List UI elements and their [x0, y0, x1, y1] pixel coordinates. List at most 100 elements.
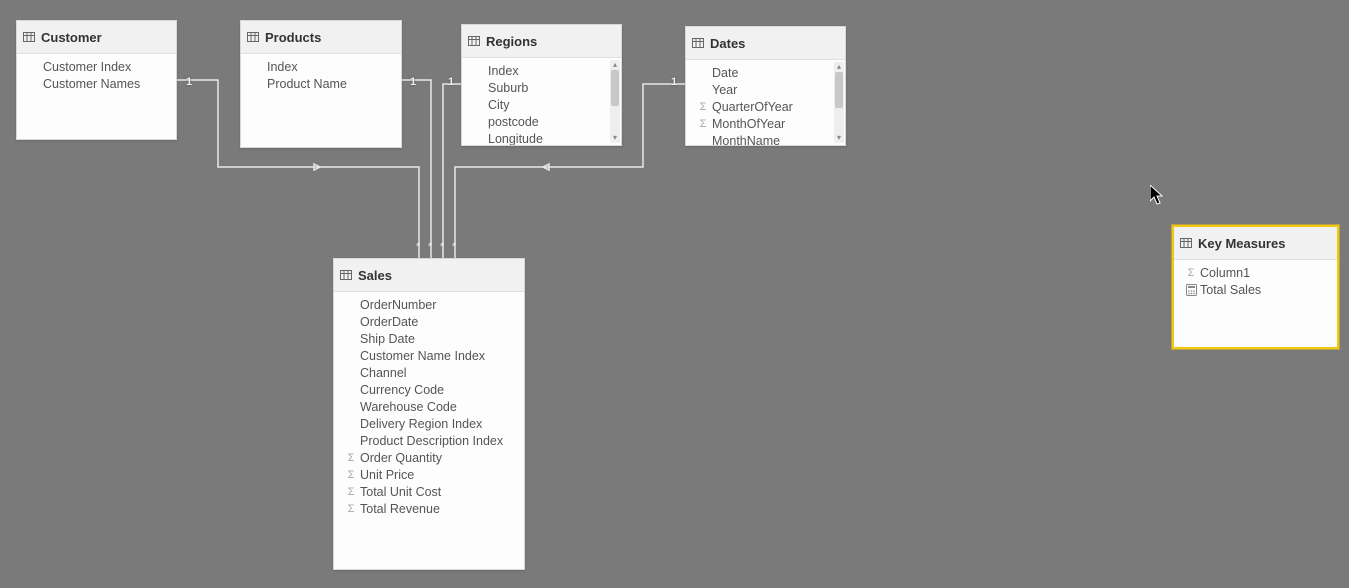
field-row[interactable]: Currency Code — [334, 381, 524, 398]
field-row[interactable]: ΣMonthOfYear — [686, 115, 833, 132]
field-row[interactable]: MonthName — [686, 132, 833, 145]
field-row[interactable]: ΣTotal Revenue — [334, 500, 524, 517]
field-row[interactable]: ΣColumn1 — [1174, 264, 1337, 281]
cardinality-one: 1 — [410, 76, 416, 88]
blank-icon — [344, 400, 358, 414]
table-icon — [23, 31, 35, 43]
field-label: Total Revenue — [360, 502, 514, 516]
field-label: Column1 — [1200, 266, 1327, 280]
field-row[interactable]: Year — [686, 81, 833, 98]
field-label: Total Unit Cost — [360, 485, 514, 499]
field-label: Order Quantity — [360, 451, 514, 465]
field-row[interactable]: ΣUnit Price — [334, 466, 524, 483]
blank-icon — [344, 417, 358, 431]
field-label: Channel — [360, 366, 514, 380]
blank-icon — [27, 77, 41, 91]
field-row[interactable]: Longitude — [462, 130, 609, 145]
table-header[interactable]: Dates — [686, 27, 845, 60]
blank-icon — [344, 298, 358, 312]
blank-icon — [344, 434, 358, 448]
field-row[interactable]: Suburb — [462, 79, 609, 96]
blank-icon — [472, 64, 486, 78]
field-label: Customer Names — [43, 77, 166, 91]
field-row[interactable]: Customer Name Index — [334, 347, 524, 364]
table-header[interactable]: Products — [241, 21, 401, 54]
table-products[interactable]: ProductsIndexProduct Name — [240, 20, 402, 148]
table-customer[interactable]: Customer Customer Index Customer Names — [16, 20, 177, 140]
table-body: IndexProduct Name — [241, 54, 401, 147]
blank-icon — [472, 115, 486, 129]
scrollbar[interactable]: ▴▾ — [834, 62, 844, 143]
field-label: postcode — [488, 115, 599, 129]
field-row[interactable]: Index — [241, 58, 401, 75]
field-row[interactable]: Warehouse Code — [334, 398, 524, 415]
table-title: Key Measures — [1198, 236, 1285, 251]
scroll-up-icon[interactable]: ▴ — [610, 60, 620, 70]
field-row[interactable]: Product Name — [241, 75, 401, 92]
field-row[interactable]: ΣOrder Quantity — [334, 449, 524, 466]
sigma-icon: Σ — [344, 485, 358, 499]
field-label: Date — [712, 66, 823, 80]
table-dates[interactable]: Dates Date YearΣQuarterOfYearΣMonthOfYear M… — [685, 26, 846, 146]
field-row[interactable]: OrderNumber — [334, 296, 524, 313]
field-label: Total Sales — [1200, 283, 1327, 297]
blank-icon — [696, 134, 710, 146]
field-row[interactable]: Customer Names — [17, 75, 176, 92]
table-icon — [692, 37, 704, 49]
field-row[interactable]: Date — [686, 64, 833, 81]
field-row[interactable]: Product Description Index — [334, 432, 524, 449]
field-row[interactable]: Customer Index — [17, 58, 176, 75]
sigma-icon: Σ — [344, 451, 358, 465]
field-label: Year — [712, 83, 823, 97]
field-row[interactable]: Index — [462, 62, 609, 79]
blank-icon — [251, 60, 265, 74]
scroll-thumb[interactable] — [835, 72, 843, 108]
field-row[interactable]: ΣQuarterOfYear — [686, 98, 833, 115]
blank-icon — [696, 83, 710, 97]
blank-icon — [344, 315, 358, 329]
field-label: Ship Date — [360, 332, 514, 346]
table-header[interactable]: Regions — [462, 25, 621, 58]
cardinality-many: * — [428, 242, 432, 252]
table-header[interactable]: Customer — [17, 21, 176, 54]
relationship-lines — [0, 0, 1349, 588]
field-label: City — [488, 98, 599, 112]
field-label: Unit Price — [360, 468, 514, 482]
field-row[interactable]: Total Sales — [1174, 281, 1337, 298]
field-label: Suburb — [488, 81, 599, 95]
table-body: OrderNumber OrderDate Ship DateCustomer Na… — [334, 292, 524, 569]
field-row[interactable]: OrderDate — [334, 313, 524, 330]
field-label: OrderDate — [360, 315, 514, 329]
blank-icon — [472, 81, 486, 95]
field-label: MonthName — [712, 134, 823, 146]
table-sales[interactable]: Sales OrderNumber OrderDate Ship DateCustom… — [333, 258, 525, 570]
table-header[interactable]: Sales — [334, 259, 524, 292]
field-row[interactable]: Ship Date — [334, 330, 524, 347]
scrollbar[interactable]: ▴▾ — [610, 60, 620, 143]
sigma-icon: Σ — [696, 100, 710, 114]
scroll-thumb[interactable] — [611, 70, 619, 106]
table-body: Date YearΣQuarterOfYearΣMonthOfYear MonthN… — [686, 60, 845, 145]
cursor-icon — [1150, 185, 1168, 207]
table-regions[interactable]: RegionsIndexSuburbCitypostcodeLongitude▴… — [461, 24, 622, 146]
model-canvas[interactable]: 1 1 1 1 * * * * CustomerCustomer IndexCu… — [0, 0, 1349, 588]
field-row[interactable]: postcode — [462, 113, 609, 130]
scroll-down-icon[interactable]: ▾ — [834, 133, 844, 143]
field-row[interactable]: Channel — [334, 364, 524, 381]
scroll-up-icon[interactable]: ▴ — [834, 62, 844, 72]
scroll-down-icon[interactable]: ▾ — [610, 133, 620, 143]
table-key-measures[interactable]: Key Measures ΣColumn1 Total Sales — [1172, 225, 1339, 349]
sigma-icon: Σ — [1184, 266, 1198, 280]
field-label: Currency Code — [360, 383, 514, 397]
blank-icon — [696, 66, 710, 80]
cardinality-many: * — [452, 242, 456, 252]
field-label: Warehouse Code — [360, 400, 514, 414]
field-row[interactable]: ΣTotal Unit Cost — [334, 483, 524, 500]
cardinality-many: * — [416, 242, 420, 252]
field-row[interactable]: City — [462, 96, 609, 113]
table-header[interactable]: Key Measures — [1174, 227, 1337, 260]
blank-icon — [344, 383, 358, 397]
blank-icon — [472, 98, 486, 112]
field-row[interactable]: Delivery Region Index — [334, 415, 524, 432]
blank-icon — [27, 60, 41, 74]
